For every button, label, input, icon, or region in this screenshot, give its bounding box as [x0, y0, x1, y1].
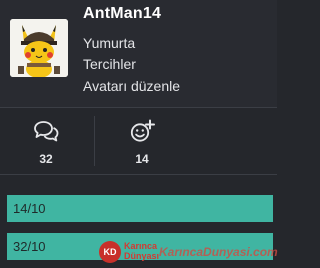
- site-watermark: KD Karınca Dünyası KarıncaDunyasi.com: [99, 240, 278, 264]
- preferences-link[interactable]: Tercihler: [83, 56, 136, 72]
- profile-block: AntMan14 Yumurta Tercihler Avatarı düzen…: [0, 0, 277, 107]
- reactions-count: 14: [135, 152, 149, 166]
- reactions-stat[interactable]: 14: [96, 108, 188, 174]
- progress-label: 32/10: [13, 239, 46, 254]
- user-avatar[interactable]: [10, 19, 68, 77]
- username[interactable]: AntMan14: [83, 5, 161, 23]
- edit-avatar-link[interactable]: Avatarı düzenle: [83, 78, 180, 94]
- progress-label: 14/10: [13, 201, 46, 216]
- user-panel: AntMan14 Yumurta Tercihler Avatarı düzen…: [0, 0, 278, 268]
- watermark-brand-line1: Karınca: [124, 241, 158, 251]
- divider: [0, 174, 277, 175]
- progress-fill: [7, 195, 273, 222]
- stats-row: 32 14: [0, 108, 277, 174]
- watermark-brand-line2: Dünyası: [124, 251, 160, 261]
- watermark-domain: KarıncaDunyasi.com: [159, 245, 278, 259]
- progress-bar-trophies: 14/10: [7, 195, 273, 222]
- messages-icon: [34, 121, 59, 142]
- reaction-add-icon: [130, 119, 155, 142]
- messages-stat[interactable]: 32: [0, 108, 92, 174]
- messages-count: 32: [39, 152, 53, 166]
- watermark-logo: KD: [99, 241, 121, 263]
- stats-divider: [94, 116, 95, 166]
- watermark-brand: Karınca Dünyası: [124, 241, 159, 261]
- user-rank: Yumurta: [83, 35, 136, 51]
- pikachu-avatar-image: [10, 19, 68, 77]
